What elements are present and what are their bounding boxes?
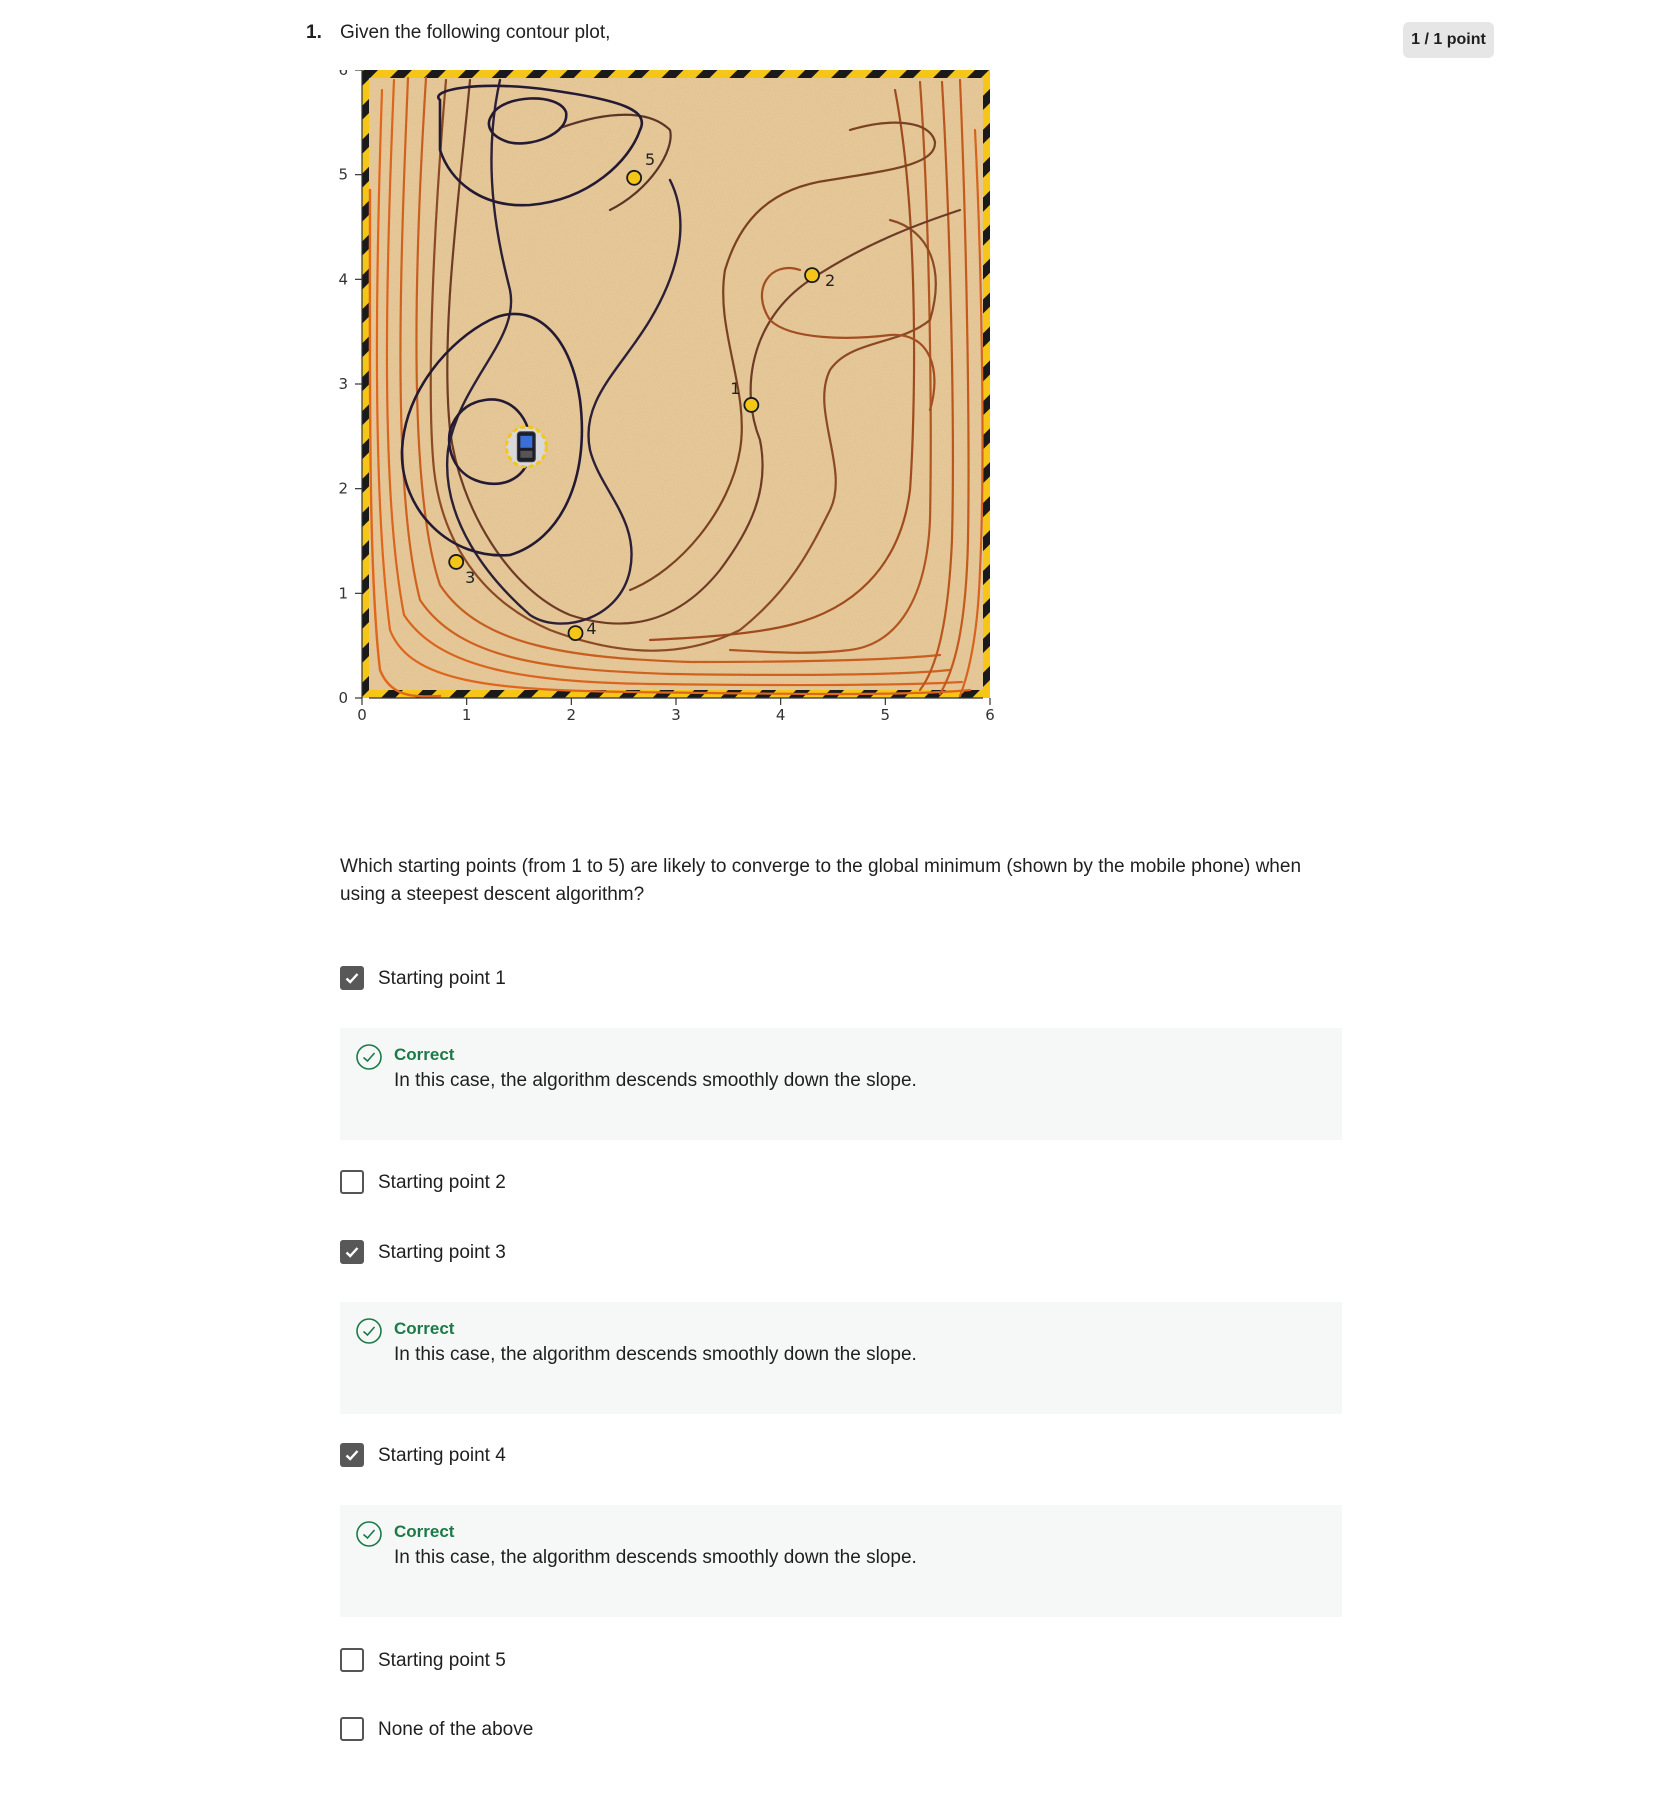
option-label: None of the above <box>378 1719 534 1740</box>
check-circle-icon <box>356 1318 382 1349</box>
option-label: Starting point 5 <box>378 1650 506 1671</box>
checkmark-icon <box>345 973 359 984</box>
score-badge: 1 / 1 point <box>1403 22 1494 58</box>
feedback-title: Correct <box>394 1522 455 1541</box>
starting-point-label: 5 <box>645 150 655 169</box>
starting-point-label: 4 <box>586 619 596 638</box>
checkmark-icon <box>345 1450 359 1461</box>
starting-point-marker <box>626 169 643 186</box>
option-label: Starting point 3 <box>378 1242 506 1263</box>
feedback-title: Correct <box>394 1319 455 1338</box>
feedback-panel: Correct In this case, the algorithm desc… <box>340 1505 1342 1617</box>
x-tick-label: 0 <box>357 706 367 724</box>
feedback-text: In this case, the algorithm descends smo… <box>394 1070 917 1091</box>
option-label: Starting point 4 <box>378 1445 506 1466</box>
option-label: Starting point 1 <box>378 968 506 989</box>
option-label: Starting point 2 <box>378 1172 506 1193</box>
mobile-phone-icon <box>504 425 548 469</box>
starting-point-marker <box>567 625 584 642</box>
check-circle-icon <box>356 1044 382 1075</box>
y-tick-label: 1 <box>338 584 348 602</box>
x-tick-label: 4 <box>776 706 786 724</box>
y-tick-label: 2 <box>338 480 348 498</box>
starting-point-label: 3 <box>465 568 475 587</box>
checkbox[interactable] <box>340 1240 364 1264</box>
checkbox[interactable] <box>340 1648 364 1672</box>
x-tick-label: 2 <box>567 706 577 724</box>
question-text: Which starting points (from 1 to 5) are … <box>340 856 1302 905</box>
checkbox[interactable] <box>340 1443 364 1467</box>
feedback-title: Correct <box>394 1045 455 1064</box>
y-tick-label: 0 <box>338 689 348 707</box>
starting-point-marker <box>743 397 760 413</box>
check-circle-icon <box>356 1521 382 1552</box>
feedback-text: In this case, the algorithm descends smo… <box>394 1547 917 1568</box>
y-tick-label: 3 <box>338 375 348 393</box>
checkbox[interactable] <box>340 966 364 990</box>
checkbox[interactable] <box>340 1717 364 1741</box>
x-tick-label: 6 <box>985 706 995 724</box>
x-tick-label: 1 <box>462 706 472 724</box>
question-prompt: Given the following contour plot, <box>340 22 611 43</box>
starting-point-marker <box>448 554 465 570</box>
contour-plot: 0 1 2 3 4 5 6 0 1 2 3 4 5 6 1 2 3 4 5 <box>330 61 1100 830</box>
starting-point-label: 1 <box>730 379 740 398</box>
checkbox[interactable] <box>340 1170 364 1194</box>
feedback-panel: Correct In this case, the algorithm desc… <box>340 1302 1342 1414</box>
y-tick-label: 4 <box>338 270 348 288</box>
x-tick-label: 5 <box>881 706 891 724</box>
y-tick-label: 6 <box>338 70 348 79</box>
y-tick-label: 5 <box>338 166 348 184</box>
starting-point-marker <box>804 267 820 284</box>
question-number: 1. <box>306 22 322 43</box>
starting-point-label: 2 <box>825 271 835 290</box>
x-tick-label: 3 <box>671 706 681 724</box>
feedback-panel: Correct In this case, the algorithm desc… <box>340 1028 1342 1140</box>
checkmark-icon <box>345 1247 359 1258</box>
feedback-text: In this case, the algorithm descends smo… <box>394 1344 917 1365</box>
